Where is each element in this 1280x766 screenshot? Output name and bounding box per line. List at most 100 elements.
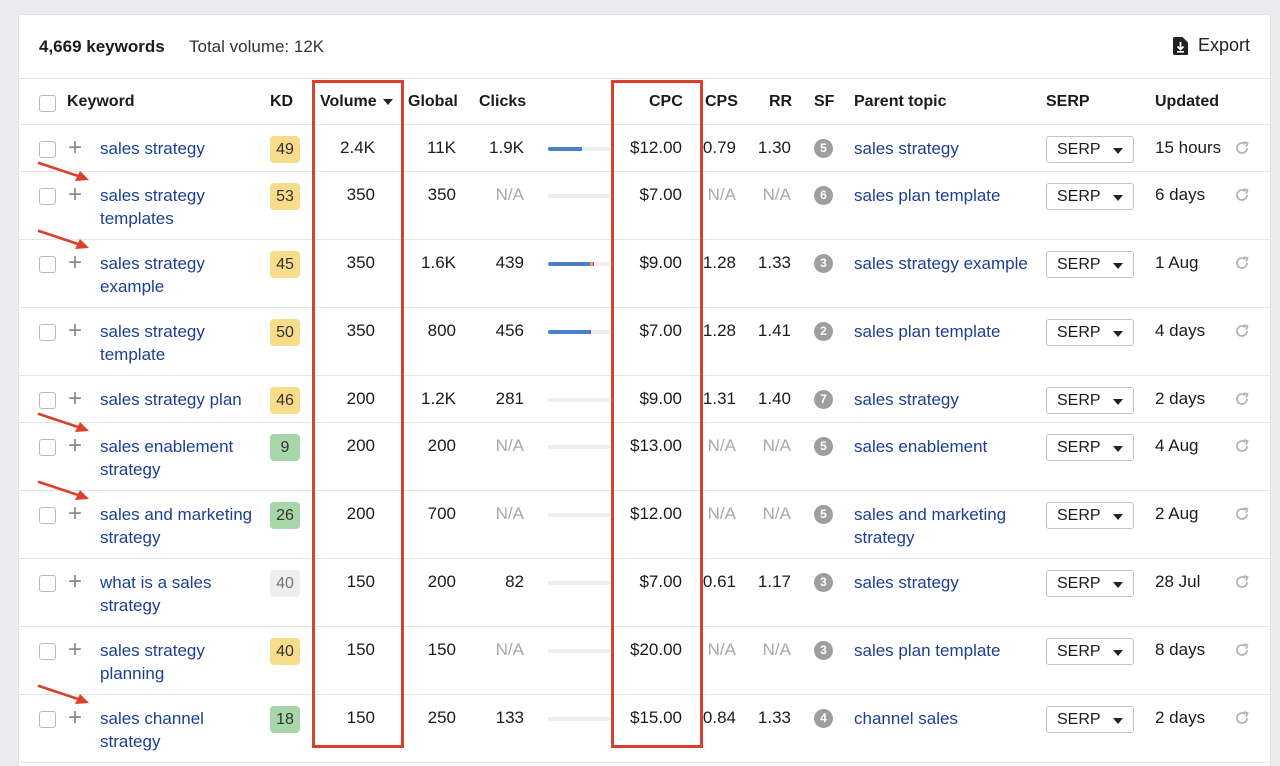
col-cpc[interactable]: CPC (649, 93, 683, 111)
parent-topic-link[interactable]: sales and marketing strategy (854, 503, 1029, 549)
cpc-value: $9.00 (639, 389, 682, 408)
keyword-link[interactable]: sales enablement strategy (100, 435, 260, 481)
serp-features-count[interactable]: 3 (814, 573, 833, 592)
serp-features-count[interactable]: 4 (814, 709, 833, 728)
serp-dropdown[interactable]: SERP (1046, 502, 1134, 529)
add-to-list-icon[interactable]: + (68, 638, 82, 662)
add-to-list-icon[interactable]: + (68, 136, 82, 160)
rr-value: 1.33 (757, 253, 791, 272)
serp-dropdown[interactable]: SERP (1046, 387, 1134, 414)
col-rr[interactable]: RR (769, 93, 792, 111)
col-volume[interactable]: Volume (320, 93, 393, 111)
parent-topic-link[interactable]: channel sales (854, 707, 1029, 730)
keyword-link[interactable]: sales strategy (100, 137, 260, 160)
parent-topic-link[interactable]: sales strategy example (854, 252, 1029, 275)
keyword-link[interactable]: sales strategy example (100, 252, 260, 298)
col-keyword[interactable]: Keyword (67, 93, 135, 111)
parent-topic-link[interactable]: sales plan template (854, 320, 1029, 343)
table-row: + what is a sales strategy 40 150 200 82… (19, 559, 1270, 627)
add-to-list-icon[interactable]: + (68, 319, 82, 343)
col-cps[interactable]: CPS (705, 93, 738, 111)
add-to-list-icon[interactable]: + (68, 570, 82, 594)
chevron-down-icon (1113, 263, 1123, 269)
parent-topic-link[interactable]: sales enablement (854, 435, 1029, 458)
refresh-icon[interactable] (1234, 710, 1250, 726)
serp-features-count[interactable]: 7 (814, 390, 833, 409)
col-clicks[interactable]: Clicks (479, 93, 526, 111)
keyword-link[interactable]: sales strategy template (100, 320, 260, 366)
serp-dropdown[interactable]: SERP (1046, 570, 1134, 597)
col-sf[interactable]: SF (814, 93, 834, 111)
keyword-link[interactable]: sales and marketing strategy (100, 503, 260, 549)
refresh-icon[interactable] (1234, 140, 1250, 156)
col-serp[interactable]: SERP (1046, 93, 1090, 111)
refresh-icon[interactable] (1234, 255, 1250, 271)
keyword-link[interactable]: what is a sales strategy (100, 571, 260, 617)
add-to-list-icon[interactable]: + (68, 434, 82, 458)
export-button[interactable]: Export (1172, 35, 1250, 56)
serp-dropdown[interactable]: SERP (1046, 434, 1134, 461)
rr-value: N/A (762, 436, 791, 455)
refresh-icon[interactable] (1234, 642, 1250, 658)
rr-value: 1.40 (757, 389, 791, 408)
serp-dropdown[interactable]: SERP (1046, 251, 1134, 278)
row-checkbox[interactable] (39, 324, 56, 341)
row-checkbox[interactable] (39, 575, 56, 592)
row-checkbox[interactable] (39, 188, 56, 205)
row-checkbox[interactable] (39, 439, 56, 456)
serp-dropdown[interactable]: SERP (1046, 183, 1134, 210)
col-global[interactable]: Global (408, 93, 458, 111)
refresh-icon[interactable] (1234, 323, 1250, 339)
serp-dropdown[interactable]: SERP (1046, 706, 1134, 733)
table-row: + sales strategy plan 46 200 1.2K 281 $9… (19, 376, 1270, 423)
volume-value: 200 (346, 389, 375, 408)
serp-features-count[interactable]: 5 (814, 437, 833, 456)
keyword-link[interactable]: sales channel strategy (100, 707, 260, 753)
parent-topic-link[interactable]: sales strategy (854, 571, 1029, 594)
row-checkbox[interactable] (39, 141, 56, 158)
serp-dropdown-label: SERP (1057, 392, 1101, 409)
serp-features-count[interactable]: 3 (814, 254, 833, 273)
row-checkbox[interactable] (39, 711, 56, 728)
summary-bar: 4,669 keywords Total volume: 12K Export (19, 15, 1270, 79)
keyword-link[interactable]: sales strategy plan (100, 388, 260, 411)
add-to-list-icon[interactable]: + (68, 183, 82, 207)
parent-topic-link[interactable]: sales strategy (854, 137, 1029, 160)
col-kd[interactable]: KD (270, 93, 293, 111)
keyword-link[interactable]: sales strategy planning (100, 639, 260, 685)
serp-features-count[interactable]: 6 (814, 186, 833, 205)
serp-dropdown[interactable]: SERP (1046, 136, 1134, 163)
select-all-checkbox[interactable] (39, 95, 56, 112)
parent-topic-link[interactable]: sales plan template (854, 639, 1029, 662)
row-checkbox[interactable] (39, 392, 56, 409)
refresh-icon[interactable] (1234, 438, 1250, 454)
add-to-list-icon[interactable]: + (68, 251, 82, 275)
refresh-icon[interactable] (1234, 391, 1250, 407)
serp-dropdown[interactable]: SERP (1046, 638, 1134, 665)
add-to-list-icon[interactable]: + (68, 502, 82, 526)
col-updated[interactable]: Updated (1155, 93, 1219, 111)
refresh-icon[interactable] (1234, 506, 1250, 522)
row-checkbox[interactable] (39, 507, 56, 524)
cpc-value: $15.00 (630, 708, 682, 727)
serp-dropdown[interactable]: SERP (1046, 319, 1134, 346)
row-checkbox[interactable] (39, 256, 56, 273)
export-label: Export (1197, 35, 1250, 55)
add-to-list-icon[interactable]: + (68, 706, 82, 730)
serp-features-count[interactable]: 5 (814, 139, 833, 158)
serp-dropdown-label: SERP (1057, 256, 1101, 273)
row-checkbox[interactable] (39, 643, 56, 660)
volume-value: 150 (346, 640, 375, 659)
clicks-value: N/A (495, 185, 524, 204)
col-parent-topic[interactable]: Parent topic (854, 93, 946, 111)
parent-topic-link[interactable]: sales strategy (854, 388, 1029, 411)
serp-features-count[interactable]: 5 (814, 505, 833, 524)
keyword-link[interactable]: sales strategy templates (100, 184, 260, 230)
serp-features-count[interactable]: 2 (814, 322, 833, 341)
refresh-icon[interactable] (1234, 574, 1250, 590)
parent-topic-link[interactable]: sales plan template (854, 184, 1029, 207)
refresh-icon[interactable] (1234, 187, 1250, 203)
clicks-bar-segment (548, 330, 589, 334)
serp-features-count[interactable]: 3 (814, 641, 833, 660)
add-to-list-icon[interactable]: + (68, 387, 82, 411)
